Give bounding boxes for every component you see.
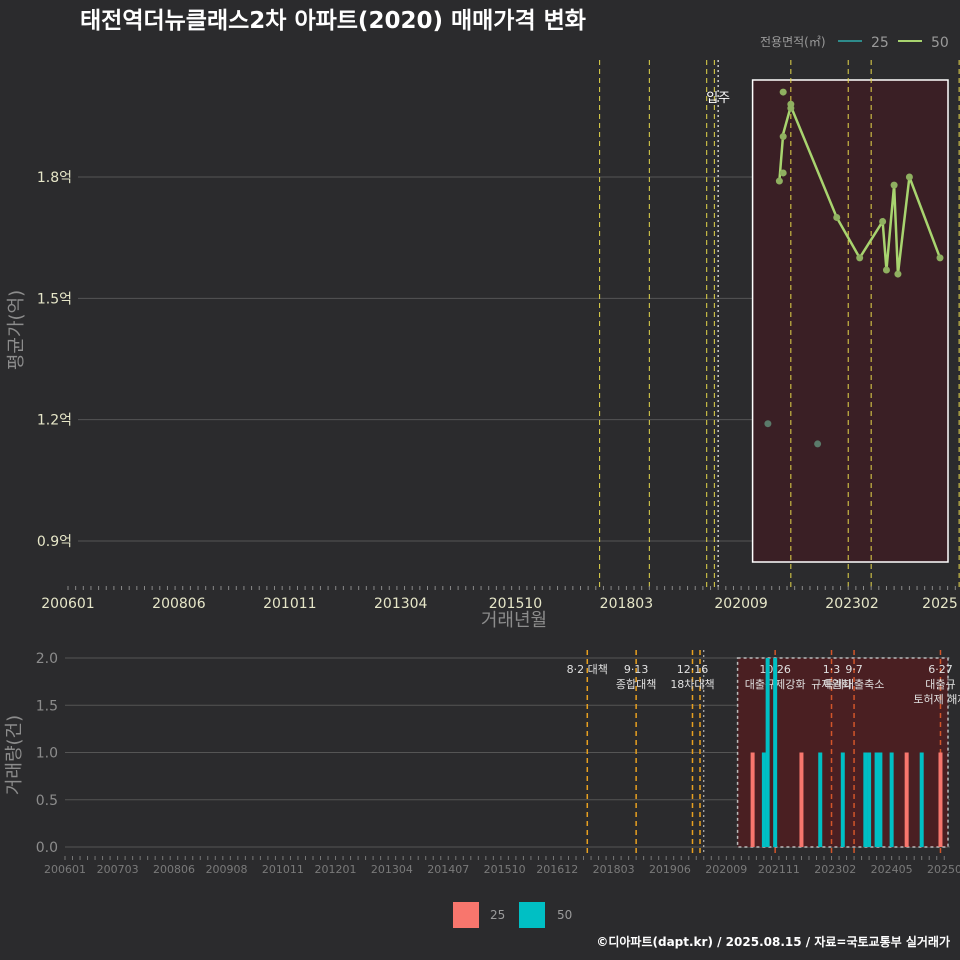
x2-tick-label: 201612: [536, 863, 578, 876]
y-tick-label: 0.9억: [37, 534, 72, 550]
policy-label: 1·3: [823, 663, 841, 676]
volume-bar-50: [761, 752, 766, 847]
policy-label: 8·2 대책: [567, 663, 608, 676]
policy-label: 9·7: [845, 663, 863, 676]
volume-bar-50: [867, 752, 872, 847]
policy-label: 9·13: [624, 663, 649, 676]
legend-bar-swatch-25: [453, 902, 479, 928]
volume-bar-25: [938, 752, 943, 847]
x2-tick-label: 202111: [758, 863, 800, 876]
y2-tick-label: 0.0: [36, 840, 58, 856]
volume-bar-50: [919, 752, 924, 847]
x2-tick-label: 202405: [871, 863, 913, 876]
policy-label: 6·27: [928, 663, 953, 676]
x2-tick-label: 200601: [44, 863, 86, 876]
x-axis-title: 거래년월: [481, 610, 547, 631]
x-tick-label: 200806: [152, 596, 206, 612]
volume-bar-50: [818, 752, 823, 847]
volume-bar-25: [799, 752, 804, 847]
volume-bar-50: [773, 658, 778, 847]
volume-bar-25: [904, 752, 909, 847]
volume-bar-50: [863, 752, 868, 847]
policy-label: 18차대책: [670, 678, 714, 691]
volume-bar-50: [765, 658, 770, 847]
x2-tick-label: 201407: [427, 863, 469, 876]
x2-tick-label: 200908: [206, 863, 248, 876]
chart-figure: 태전역더뉴클래스2차 아파트(2020) 매매가격 변화 전용면적(㎡) 25 …: [0, 0, 960, 960]
policy-label: 대출규: [925, 678, 955, 691]
x2-tick-label: 200806: [153, 863, 195, 876]
data-point-50: [894, 270, 902, 278]
policy-label: 종합대책: [616, 678, 656, 691]
legend-bar-label-50: 50: [557, 908, 572, 922]
y-tick-label: 1.2억: [37, 413, 72, 429]
x2-tick-label: 202508: [927, 863, 960, 876]
x-tick-label: 201304: [374, 596, 428, 612]
data-point-50: [905, 173, 913, 181]
data-point-50: [882, 266, 890, 274]
chart-title: 태전역더뉴클래스2차 아파트(2020) 매매가격 변화: [80, 8, 586, 34]
legend-bar-swatch-50: [519, 902, 545, 928]
volume-bar-25: [750, 752, 755, 847]
x-tick-label: 200601: [41, 596, 94, 612]
x2-tick-label: 201011: [262, 863, 304, 876]
data-point-25: [814, 440, 822, 448]
data-point-50: [779, 88, 787, 96]
data-point-50: [879, 217, 887, 225]
data-point-50: [787, 100, 795, 108]
x2-tick-label: 201201: [315, 863, 357, 876]
y2-axis-title: 거래량(건): [4, 715, 25, 795]
volume-bar-50: [889, 752, 894, 847]
data-point-50: [890, 181, 898, 189]
x-tick-label: 201803: [600, 596, 653, 612]
legend-label-50: 50: [931, 35, 949, 51]
x-tick-label: 2025: [922, 596, 958, 612]
y2-tick-label: 1.5: [36, 698, 58, 714]
data-point-50: [833, 213, 841, 221]
policy-label: 12·16: [677, 663, 709, 676]
data-point-50: [936, 254, 944, 262]
y-axis-title: 평균가(억): [6, 290, 27, 370]
chart-caption: ©디아파트(dapt.kr) / 2025.08.15 / 자료=국토교통부 실…: [596, 934, 950, 949]
x2-tick-label: 201803: [593, 863, 635, 876]
x2-tick-label: 202009: [705, 863, 747, 876]
y-tick-label: 1.8억: [37, 170, 72, 186]
y-tick-label: 1.5억: [37, 291, 72, 307]
x2-tick-label: 202302: [814, 863, 856, 876]
y2-tick-label: 1.0: [36, 746, 58, 762]
legend-bar-label-25: 25: [490, 908, 505, 922]
x2-tick-label: 200703: [97, 863, 139, 876]
volume-bar-50: [878, 752, 883, 847]
data-point-50: [856, 254, 864, 262]
x-tick-label: 201011: [263, 596, 316, 612]
x2-tick-label: 201906: [649, 863, 691, 876]
y2-tick-label: 2.0: [36, 651, 58, 667]
y2-tick-label: 0.5: [36, 793, 58, 809]
policy-label: 특례대출축소: [824, 678, 885, 691]
volume-bar-50: [874, 752, 879, 847]
data-point-50: [779, 169, 787, 177]
x2-tick-label: 201510: [484, 863, 526, 876]
policy-label: 토허제 해제: [913, 692, 960, 706]
volume-bar-50: [840, 752, 845, 847]
move-in-label: 입주: [706, 91, 730, 106]
x-tick-label: 202302: [825, 596, 878, 612]
legend-label-25: 25: [871, 35, 889, 51]
data-point-50: [775, 177, 783, 185]
data-point-25: [764, 420, 772, 428]
x-tick-label: 202009: [714, 596, 767, 612]
legend-title: 전용면적(㎡): [760, 35, 826, 49]
x2-tick-label: 201304: [371, 863, 413, 876]
data-point-50: [779, 133, 787, 141]
